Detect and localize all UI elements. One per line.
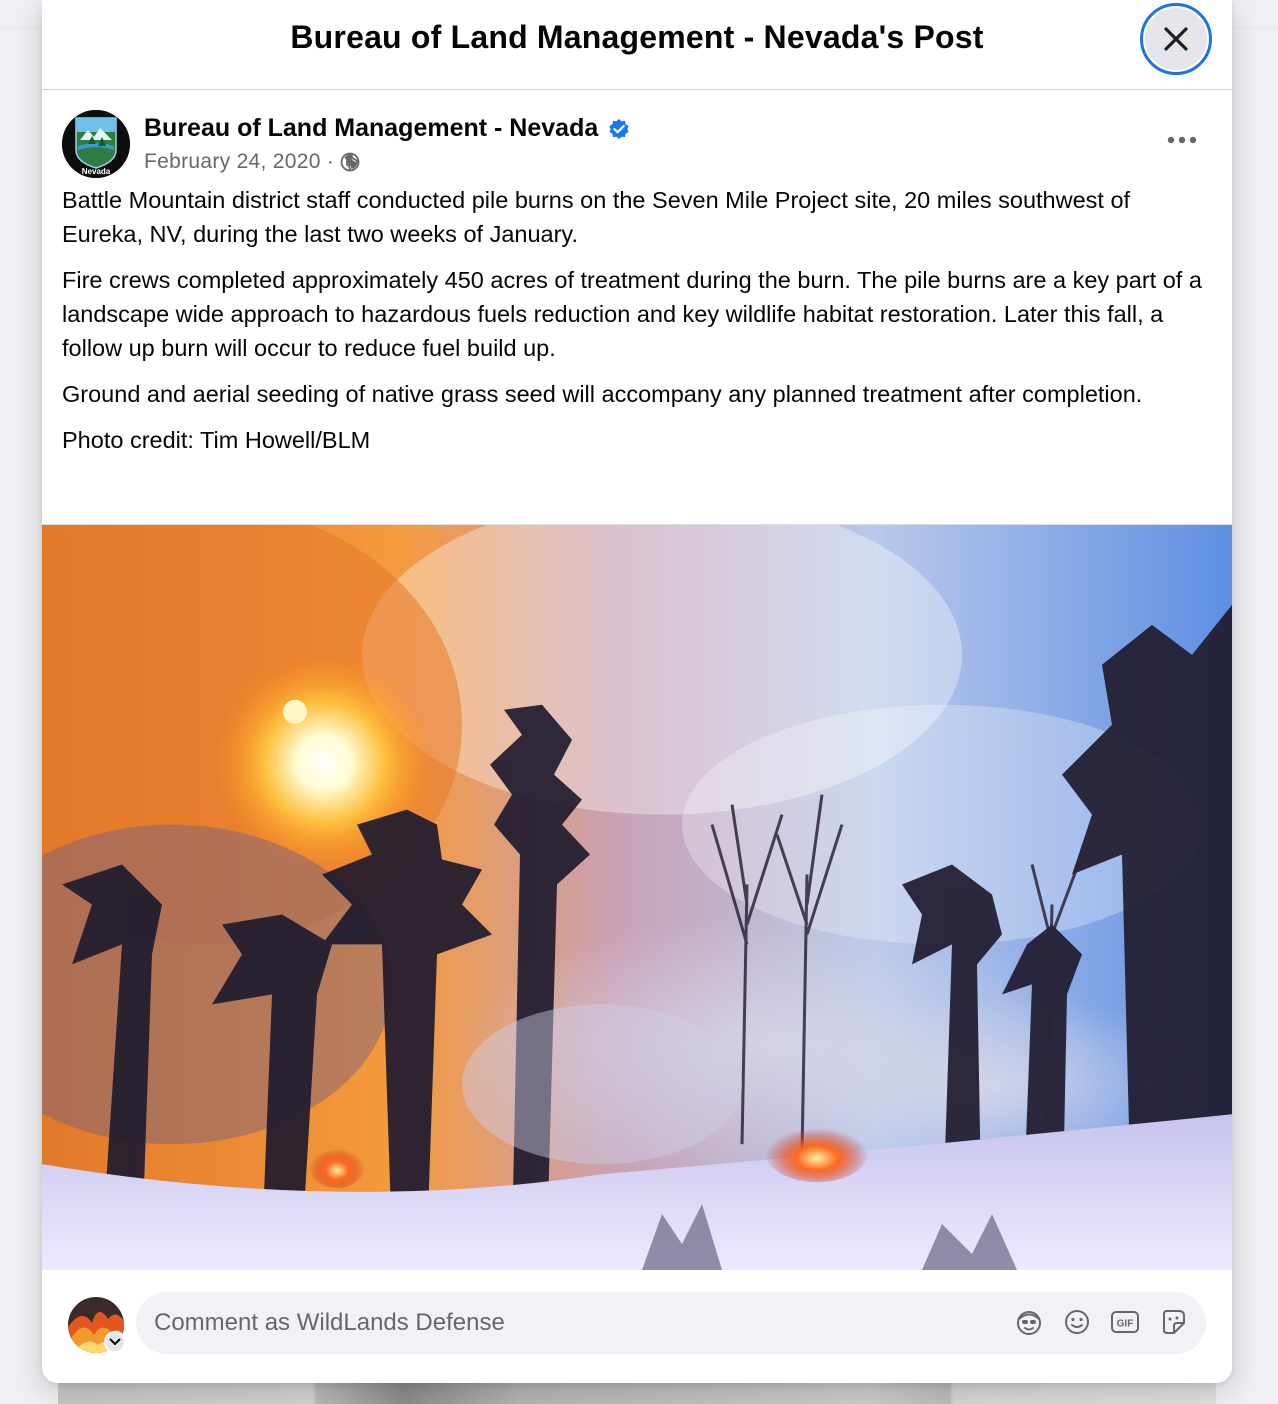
emoji-icon [1065, 1310, 1089, 1334]
close-button[interactable] [1140, 3, 1212, 75]
gif-button[interactable]: GIF [1108, 1305, 1142, 1339]
emoji-button[interactable] [1060, 1305, 1094, 1339]
post-header: Nevada Bureau of Land Management - Nevad… [42, 90, 1232, 183]
post-meta: February 24, 2020 · [144, 150, 360, 174]
avatar-sticker-button[interactable] [1012, 1305, 1046, 1339]
globe-icon [340, 152, 360, 172]
close-icon [1164, 27, 1188, 51]
post-modal: Bureau of Land Management - Nevada's Pos… [42, 0, 1232, 1383]
post-paragraph: Photo credit: Tim Howell/BLM [62, 427, 371, 453]
blm-logo-icon: Nevada [62, 110, 130, 178]
post-paragraph: Ground and aerial seeding of native gras… [62, 381, 1143, 407]
background-right [1232, 0, 1278, 1404]
comment-tools: GIF [1012, 1305, 1190, 1339]
meta-separator: · [326, 150, 335, 173]
comment-composer: GIF [42, 1270, 1232, 1383]
author-row: Bureau of Land Management - Nevada [144, 114, 630, 143]
page-avatar[interactable]: Nevada [62, 110, 130, 178]
background-left [0, 0, 42, 1404]
post-paragraph: Battle Mountain district staff conducted… [62, 187, 1131, 247]
modal-header: Bureau of Land Management - Nevada's Pos… [42, 0, 1232, 90]
sticker-icon [1163, 1310, 1185, 1334]
post-photo[interactable] [42, 524, 1232, 1270]
gif-icon: GIF [1111, 1311, 1139, 1333]
avatar-sticker-icon [1017, 1311, 1041, 1335]
post-date[interactable]: February 24, 2020 [144, 150, 321, 174]
post-paragraph: Fire crews completed approximately 450 a… [62, 267, 1202, 361]
post-text: Battle Mountain district staff conducted… [42, 183, 1232, 457]
author-name[interactable]: Bureau of Land Management - Nevada [144, 114, 598, 143]
more-icon [1167, 136, 1197, 144]
more-options-button[interactable] [1152, 118, 1212, 162]
background-feed-peek [58, 1380, 1216, 1404]
verified-badge-icon [609, 118, 629, 139]
gif-label: GIF [1117, 1319, 1134, 1330]
chevron-down-icon [109, 1338, 121, 1346]
avatar-caption: Nevada [82, 167, 111, 176]
sticker-button[interactable] [1156, 1305, 1190, 1339]
account-switcher-button[interactable] [104, 1331, 126, 1353]
modal-title: Bureau of Land Management - Nevada's Pos… [290, 19, 984, 55]
